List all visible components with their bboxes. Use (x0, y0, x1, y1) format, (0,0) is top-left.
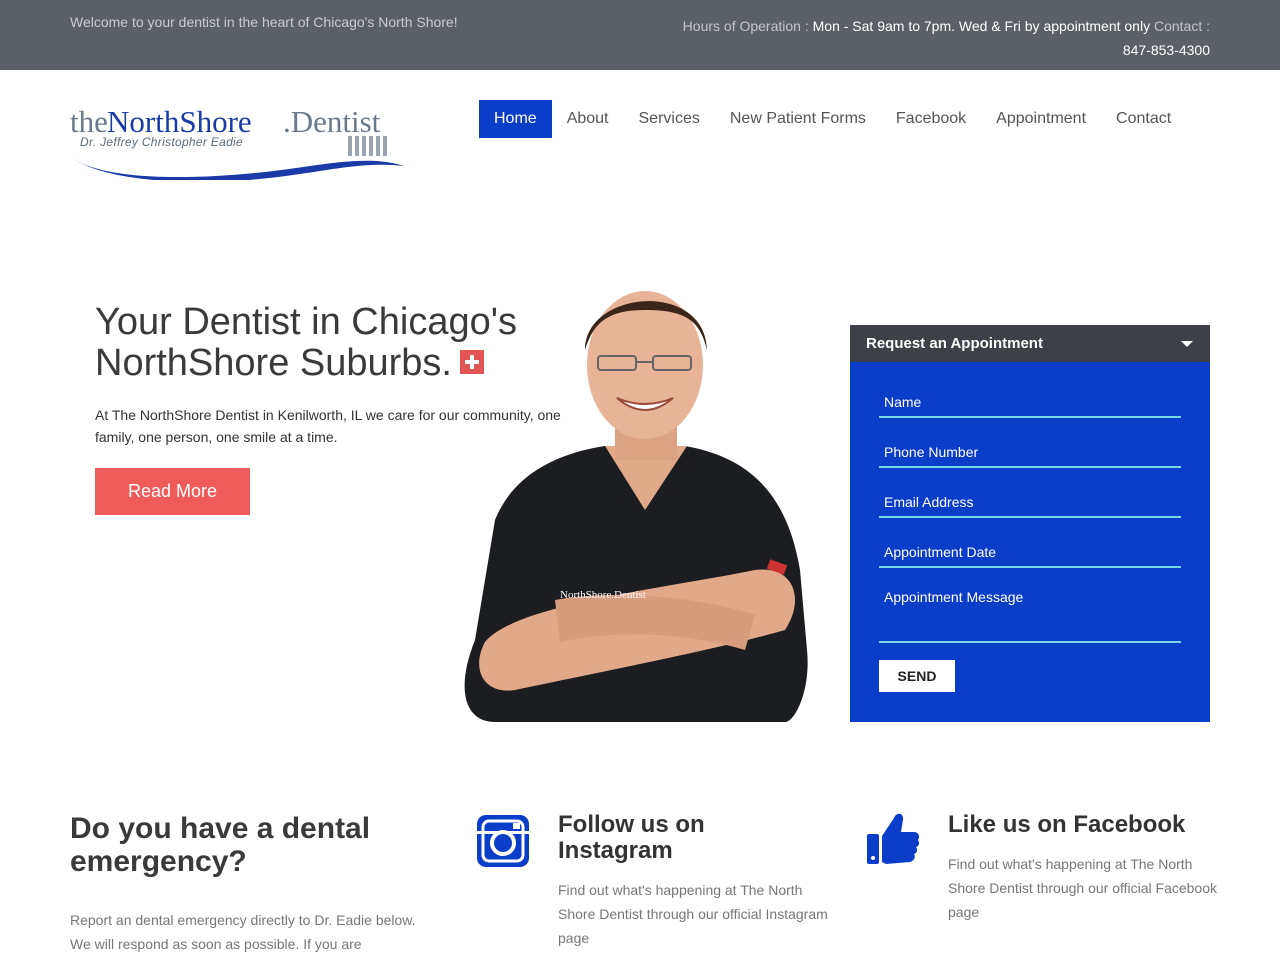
date-input[interactable]: Appointment Date (879, 536, 1181, 568)
message-textarea[interactable]: Appointment Message (879, 581, 1181, 643)
nav-home[interactable]: Home (479, 100, 552, 138)
site-header: the NorthShore .Dentist Dr. Jeffrey Chri… (0, 70, 1280, 210)
caret-down-icon (1181, 341, 1193, 347)
welcome-text: Welcome to your dentist in the heart of … (70, 14, 458, 30)
instagram-text: Find out what's happening at The North S… (558, 882, 828, 946)
nav-appointment[interactable]: Appointment (981, 100, 1101, 138)
facebook-text: Find out what's happening at The North S… (948, 856, 1218, 920)
nav-facebook[interactable]: Facebook (881, 100, 981, 138)
nav-services[interactable]: Services (624, 100, 715, 138)
send-button[interactable]: SEND (879, 660, 955, 692)
contact-label: Contact : (1153, 18, 1210, 34)
thumbs-up-icon[interactable] (866, 810, 920, 866)
shirt-logo: NorthShore.Dentist (560, 589, 646, 601)
site-logo[interactable]: the NorthShore .Dentist Dr. Jeffrey Chri… (70, 104, 410, 184)
appointment-form: Request an Appointment Name Phone Number… (850, 325, 1210, 722)
appointment-form-title: Request an Appointment (866, 335, 1043, 352)
instagram-icon[interactable] (477, 815, 529, 867)
read-more-button[interactable]: Read More (95, 468, 250, 515)
emergency-text: Report an dental emergency directly to D… (70, 912, 416, 952)
appointment-form-header[interactable]: Request an Appointment (850, 325, 1210, 362)
email-input[interactable]: Email Address (879, 486, 1181, 518)
logo-dentist: .Dentist (283, 104, 381, 139)
emergency-title: Do you have a dental emergency? (70, 812, 371, 878)
name-input[interactable]: Name (879, 386, 1181, 418)
nav-contact[interactable]: Contact (1101, 100, 1186, 138)
nav-new-patient-forms[interactable]: New Patient Forms (715, 100, 881, 138)
instagram-title: Follow us on Instagram (558, 811, 705, 864)
nav-about[interactable]: About (552, 100, 624, 138)
hero-section: Your Dentist in Chicago's NorthShore Sub… (0, 210, 1280, 722)
phone-input[interactable]: Phone Number (879, 436, 1181, 468)
features-section: Do you have a dental emergency? Report a… (0, 722, 1280, 960)
hero-title-text: Your Dentist in Chicago's NorthShore Sub… (95, 301, 517, 384)
facebook-title: Like us on Facebook (948, 811, 1186, 838)
hours-label: Hours of Operation : (682, 18, 809, 34)
logo-swoosh-icon (72, 158, 404, 180)
hours-contact: Hours of Operation : Mon - Sat 9am to 7p… (610, 14, 1210, 62)
top-bar: Welcome to your dentist in the heart of … (0, 0, 1280, 70)
main-nav: Home About Services New Patient Forms Fa… (479, 100, 1186, 138)
phone-link[interactable]: 847-853-4300 (1123, 42, 1210, 58)
hours-value: Mon - Sat 9am to 7pm. Wed & Fri by appoi… (812, 18, 1151, 34)
doctor-photo: NorthShore.Dentist (464, 291, 808, 722)
